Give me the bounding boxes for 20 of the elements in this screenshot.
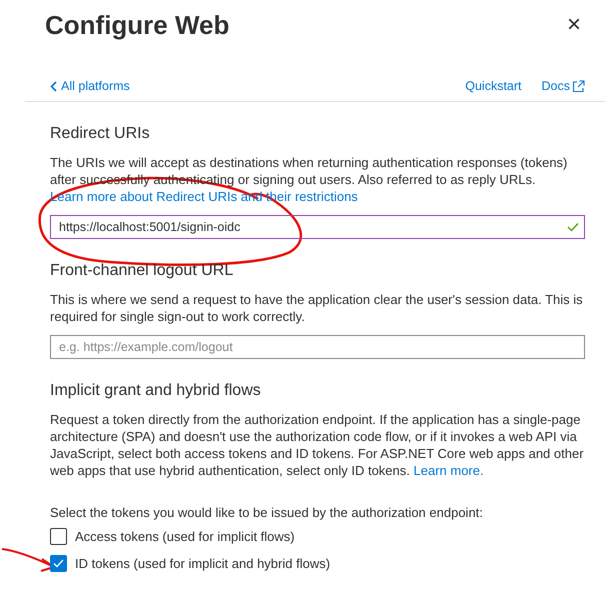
checkbox[interactable]: [50, 528, 67, 545]
section-heading: Redirect URIs: [50, 125, 151, 143]
prompt-text: Select the tokens you would like to be issued by the authorization endpoint:: [50, 505, 484, 520]
section-heading: Front-channel logout URL: [50, 262, 234, 280]
dialog-title: Configure Web: [45, 10, 230, 40]
description-text: This is where we send a request to have the application clear the user's session data. This is required for single sign-out to work correctly.: [50, 291, 584, 325]
description-text: Request a token directly from the authorization endpoint. If the application has a single-page architecture (SPA) and doesn't use the authorization code flow, or if it invokes a web API via JavaScript, select both access tokens and ID tokens. For ASP.NET Core web apps and other web apps that use hybrid authentication, select only ID tokens. Learn more.: [50, 411, 585, 479]
url-field[interactable]: e.g. https://example.com/logout: [50, 335, 585, 359]
nav-link[interactable]: Quickstart: [465, 79, 522, 93]
nav-link[interactable]: Docs: [542, 79, 585, 93]
checkbox[interactable]: [50, 555, 67, 572]
section-heading: Implicit grant and hybrid flows: [50, 382, 262, 400]
checkbox-label: ID tokens (used for implicit and hybrid flows): [75, 556, 330, 571]
checkmark-icon: [53, 559, 64, 568]
url-field[interactable]: https://localhost:5001/signin-oidc: [50, 215, 585, 239]
learn-more-link[interactable]: Learn more.: [414, 463, 484, 478]
chevron-left-icon: [50, 80, 57, 92]
close-button[interactable]: ×: [562, 13, 585, 37]
back-link[interactable]: All platforms: [50, 79, 130, 93]
checkbox-label: Access tokens (used for implicit flows): [75, 529, 295, 544]
